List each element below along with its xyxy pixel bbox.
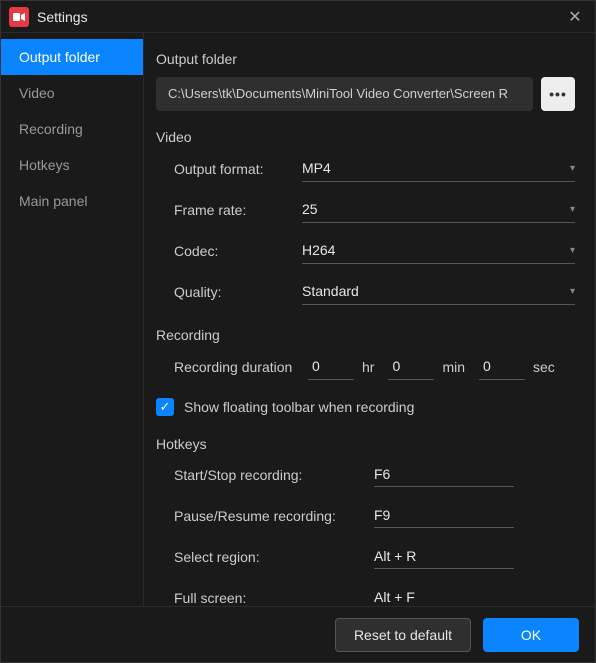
output-format-value: MP4	[302, 160, 331, 176]
section-title-output-folder: Output folder	[156, 51, 575, 67]
frame-rate-select[interactable]: 25 ▾	[302, 196, 575, 223]
sidebar-item-video[interactable]: Video	[1, 75, 143, 111]
seconds-unit: sec	[533, 359, 555, 375]
recording-duration-label: Recording duration	[174, 359, 300, 375]
chevron-down-icon: ▾	[570, 245, 575, 256]
sidebar-item-recording[interactable]: Recording	[1, 111, 143, 147]
output-folder-field[interactable]: C:\Users\tk\Documents\MiniTool Video Con…	[156, 77, 533, 111]
quality-select[interactable]: Standard ▾	[302, 278, 575, 305]
hours-unit: hr	[362, 359, 374, 375]
hotkey-start-stop-label: Start/Stop recording:	[174, 467, 374, 483]
content-pane: Output folder C:\Users\tk\Documents\Mini…	[144, 33, 595, 606]
ok-button[interactable]: OK	[483, 618, 579, 652]
floating-toolbar-label: Show floating toolbar when recording	[184, 399, 414, 415]
section-title-hotkeys: Hotkeys	[156, 436, 575, 452]
hotkey-pause-resume-input[interactable]: F9	[374, 503, 514, 528]
close-button[interactable]: ✕	[555, 1, 595, 33]
sidebar-item-main-panel[interactable]: Main panel	[1, 183, 143, 219]
minutes-unit: min	[442, 359, 465, 375]
settings-window: Settings ✕ Output folder Video Recording…	[0, 0, 596, 663]
browse-folder-button[interactable]: •••	[541, 77, 575, 111]
codec-select[interactable]: H264 ▾	[302, 237, 575, 264]
section-title-recording: Recording	[156, 327, 575, 343]
section-title-video: Video	[156, 129, 575, 145]
sidebar-item-output-folder[interactable]: Output folder	[1, 39, 143, 75]
reset-to-default-button[interactable]: Reset to default	[335, 618, 471, 652]
sidebar-item-hotkeys[interactable]: Hotkeys	[1, 147, 143, 183]
duration-hours-input[interactable]	[308, 353, 354, 380]
chevron-down-icon: ▾	[570, 204, 575, 215]
quality-value: Standard	[302, 283, 359, 299]
frame-rate-label: Frame rate:	[174, 202, 302, 218]
duration-minutes-input[interactable]	[388, 353, 434, 380]
hotkey-select-region-label: Select region:	[174, 549, 374, 565]
output-format-label: Output format:	[174, 161, 302, 177]
hotkey-start-stop-input[interactable]: F6	[374, 462, 514, 487]
app-logo-icon	[9, 7, 29, 27]
chevron-down-icon: ▾	[570, 163, 575, 174]
window-body: Output folder Video Recording Hotkeys Ma…	[1, 33, 595, 606]
sidebar: Output folder Video Recording Hotkeys Ma…	[1, 33, 144, 606]
codec-value: H264	[302, 242, 335, 258]
footer: Reset to default OK	[1, 606, 595, 662]
codec-label: Codec:	[174, 243, 302, 259]
hotkey-select-region-input[interactable]: Alt + R	[374, 544, 514, 569]
floating-toolbar-checkbox[interactable]: ✓	[156, 398, 174, 416]
frame-rate-value: 25	[302, 201, 318, 217]
window-title: Settings	[37, 9, 555, 25]
chevron-down-icon: ▾	[570, 286, 575, 297]
quality-label: Quality:	[174, 284, 302, 300]
hotkey-full-screen-input[interactable]: Alt + F	[374, 585, 514, 606]
titlebar: Settings ✕	[1, 1, 595, 33]
hotkey-full-screen-label: Full screen:	[174, 590, 374, 606]
hotkey-pause-resume-label: Pause/Resume recording:	[174, 508, 374, 524]
output-format-select[interactable]: MP4 ▾	[302, 155, 575, 182]
duration-seconds-input[interactable]	[479, 353, 525, 380]
